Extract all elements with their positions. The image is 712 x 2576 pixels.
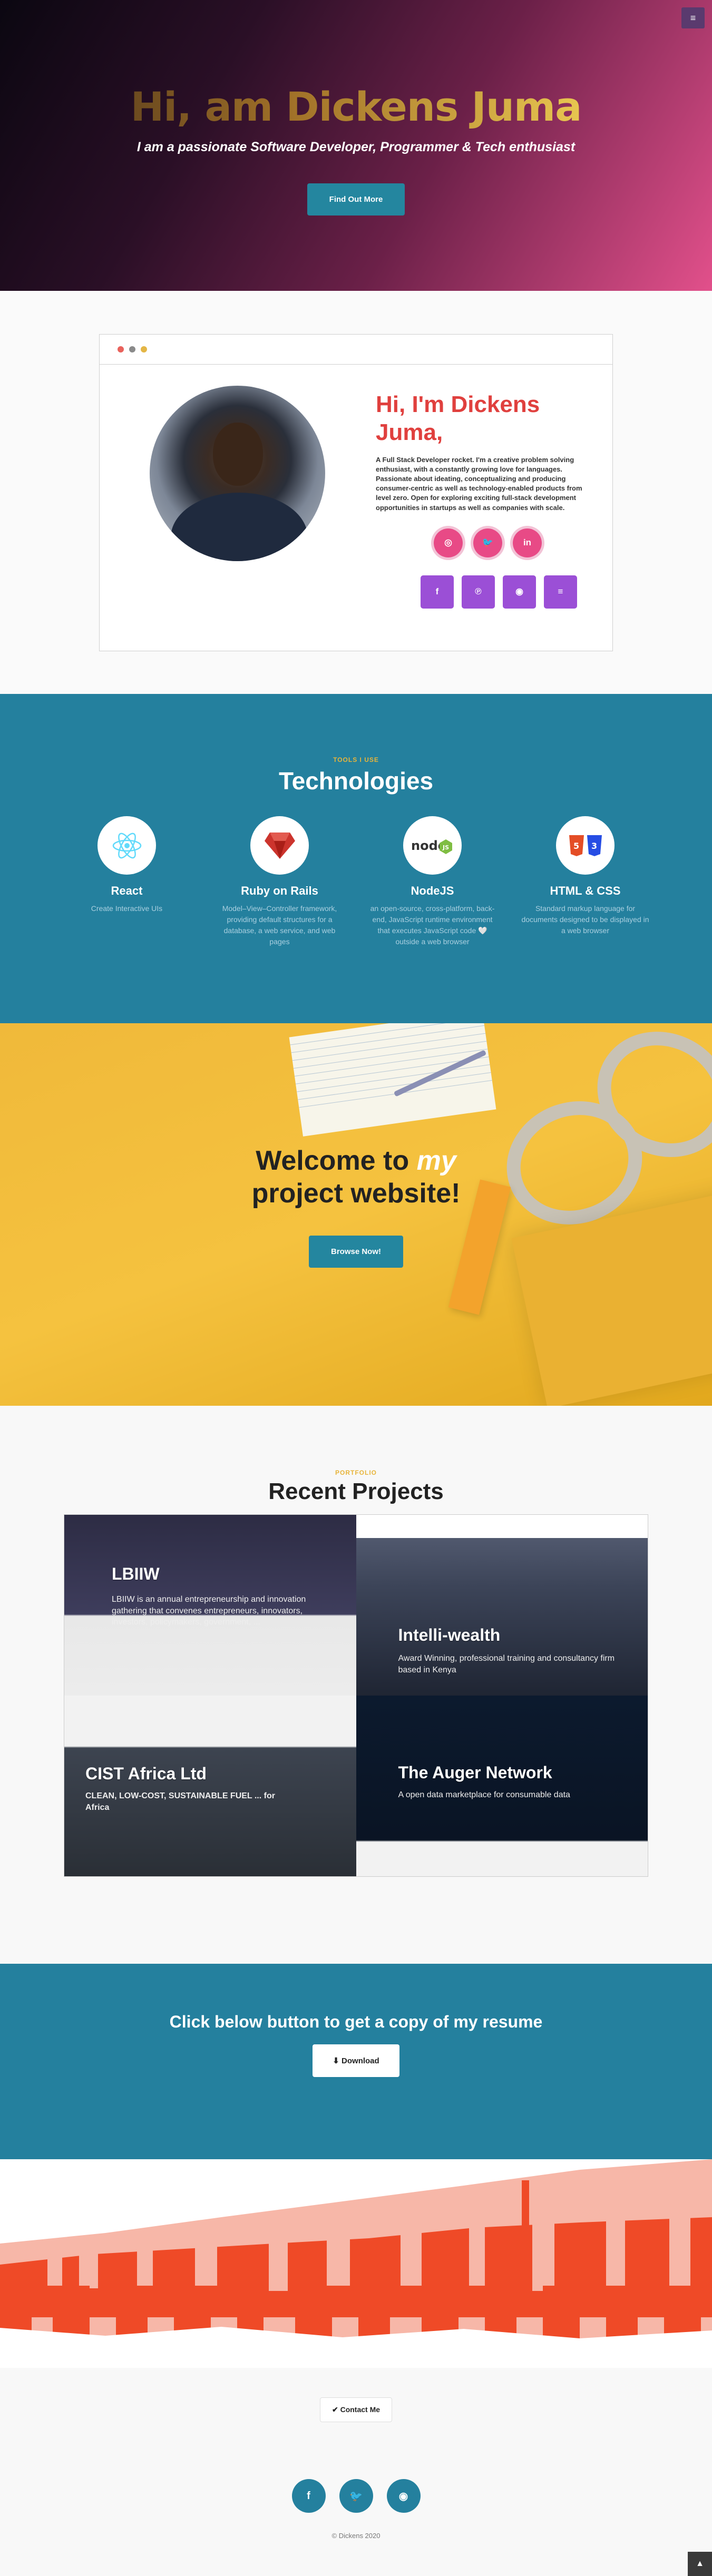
tech-item-html-css: 5 3 HTML & CSS Standard markup language …	[520, 816, 651, 947]
check-icon: ✔	[331, 2405, 338, 2414]
contact-me-button[interactable]: ✔ Contact Me	[319, 2397, 393, 2422]
tech-name: React	[111, 884, 143, 897]
twitter-icon[interactable]: 🐦	[473, 528, 502, 557]
about-bio: A Full Stack Developer rocket. I'm a cre…	[376, 455, 582, 512]
tech-item-react: React Create Interactive UIs	[61, 816, 193, 947]
window-close-dot	[118, 346, 124, 352]
nodejs-icon: node JS	[403, 816, 462, 875]
project-subtitle: A open data marketplace for consumable d…	[398, 1790, 570, 1799]
tech-name: HTML & CSS	[550, 884, 621, 897]
window-minimize-dot	[129, 346, 135, 352]
project-subtitle: Award Winning, professional training and…	[398, 1654, 615, 1674]
html-css-icon: 5 3	[556, 816, 615, 875]
project-card-intelli-wealth[interactable]: Intelli-wealth Award Winning, profession…	[356, 1515, 648, 1696]
resume-section: Click below button to get a copy of my r…	[0, 1964, 712, 2159]
about-heading: Hi, I'm Dickens Juma,	[376, 391, 540, 445]
download-button[interactable]: ⬇ Download	[313, 2044, 399, 2077]
about-section: Hi, I'm Dickens Juma, A Full Stack Devel…	[0, 291, 712, 694]
projects-title: Recent Projects	[268, 1478, 444, 1504]
resume-title: Click below button to get a copy of my r…	[169, 2012, 543, 2031]
welcome-section: Welcome to my project website! Browse No…	[0, 1023, 712, 1406]
tech-name: Ruby on Rails	[241, 884, 318, 897]
technologies-title: Technologies	[278, 767, 434, 795]
menu-icon[interactable]: ≡	[681, 7, 705, 28]
project-title: LBIIW	[112, 1564, 160, 1583]
react-icon	[97, 816, 156, 875]
footer-section: ✔ Contact Me f 🐦 ◉ © Dickens 2020 ▲	[0, 2368, 712, 2576]
download-icon: ⬇	[333, 2056, 339, 2065]
welcome-heading: Welcome to my project website!	[251, 1145, 461, 1209]
tech-desc: Model–View–Controller framework, providi…	[222, 904, 337, 946]
github-icon[interactable]: ◉	[386, 2479, 421, 2513]
project-card-lbiiw[interactable]: LBIIW LBIIW is an annual entrepreneurshi…	[64, 1515, 356, 1696]
project-title: Intelli-wealth	[398, 1625, 501, 1644]
project-card-cist-africa[interactable]: CIST Africa Ltd CLEAN, LOW-COST, SUSTAIN…	[64, 1696, 356, 1876]
projects-kicker: PORTFOLIO	[335, 1469, 377, 1476]
about-window: Hi, I'm Dickens Juma, A Full Stack Devel…	[99, 334, 613, 651]
github-icon[interactable]: ◉	[503, 575, 536, 609]
tech-name: NodeJS	[411, 884, 454, 897]
project-title: CIST Africa Ltd	[85, 1764, 207, 1783]
stackoverflow-icon[interactable]: ≡	[544, 575, 577, 609]
technologies-section: TOOLS I USE Technologies React Create In…	[0, 694, 712, 1023]
instagram-icon[interactable]: ◎	[434, 528, 463, 557]
project-subtitle: LBIIW is an annual entrepreneurship and …	[112, 1595, 306, 1627]
project-subtitle: CLEAN, LOW-COST, SUSTAINABLE FUEL ... fo…	[85, 1791, 275, 1812]
tech-item-nodejs: node JS NodeJS an open-source, cross-pla…	[367, 816, 499, 947]
tech-item-ruby: Ruby on Rails Model–View–Controller fram…	[214, 816, 346, 947]
svg-text:3: 3	[591, 841, 597, 851]
ruby-icon	[250, 816, 309, 875]
linkedin-icon[interactable]: in	[513, 528, 542, 557]
back-to-top-icon[interactable]: ▲	[688, 2552, 712, 2576]
tech-desc: Standard markup language for documents d…	[521, 904, 649, 935]
hero-section: ≡ Hi, am Dickens Juma I am a passionate …	[0, 0, 712, 291]
pinterest-icon[interactable]: ℗	[462, 575, 495, 609]
window-titlebar	[100, 335, 612, 365]
notepad-decoration	[289, 1023, 496, 1137]
hero-tagline: I am a passionate Software Developer, Pr…	[136, 140, 576, 154]
svg-text:JS: JS	[442, 844, 449, 851]
wave-decoration	[0, 2159, 712, 2368]
hero-title: Hi, am Dickens Juma	[130, 83, 582, 130]
tech-desc: Create Interactive UIs	[91, 904, 163, 913]
technologies-kicker: TOOLS I USE	[333, 756, 379, 763]
svg-text:5: 5	[573, 841, 579, 851]
facebook-icon[interactable]: f	[291, 2479, 326, 2513]
find-out-more-button[interactable]: Find Out More	[307, 183, 405, 216]
twitter-icon[interactable]: 🐦	[339, 2479, 373, 2513]
copyright-text: © Dickens 2020	[331, 2532, 381, 2540]
profile-avatar	[150, 386, 325, 561]
projects-section: PORTFOLIO Recent Projects LBIIW LBIIW is…	[0, 1406, 712, 1964]
window-maximize-dot	[141, 346, 147, 352]
project-title: The Auger Network	[398, 1763, 552, 1782]
facebook-icon[interactable]: f	[421, 575, 454, 609]
browse-now-button[interactable]: Browse Now!	[308, 1235, 403, 1268]
tech-desc: an open-source, cross-platform, back-end…	[370, 904, 495, 946]
project-card-auger-network[interactable]: The Auger Network A open data marketplac…	[356, 1696, 648, 1876]
